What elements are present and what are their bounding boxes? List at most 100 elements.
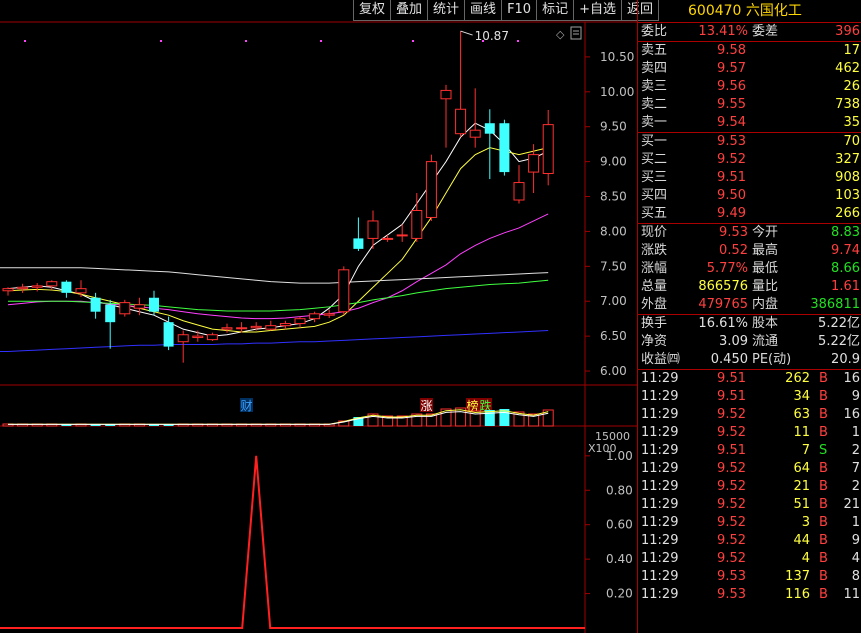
- quote-value: 866576: [698, 279, 748, 294]
- toolbar-button-4[interactable]: F10: [501, 0, 538, 21]
- candle[interactable]: [455, 31, 467, 138]
- bids-row[interactable]: 买三 9.51 908: [638, 169, 861, 187]
- tick-row[interactable]: 11:29 9.51 7 S 2: [638, 442, 861, 460]
- event-label[interactable]: 涨: [421, 398, 433, 413]
- bids-label: 买二: [641, 152, 668, 167]
- bids-row[interactable]: 买二 9.52 327: [638, 151, 861, 169]
- candle[interactable]: [309, 311, 321, 323]
- candle-body: [353, 238, 364, 249]
- asks-row[interactable]: 卖五 9.58 17: [638, 42, 861, 60]
- tick-row[interactable]: 11:29 9.52 44 B 9: [638, 532, 861, 550]
- toolbar-button-2[interactable]: 统计: [427, 0, 466, 21]
- candle-body: [46, 281, 58, 287]
- candle[interactable]: [119, 299, 131, 317]
- tick-row[interactable]: 11:29 9.52 63 B 16: [638, 406, 861, 424]
- toolbar-button-0[interactable]: 复权: [353, 0, 392, 21]
- kline-chart[interactable]: 10.50 10.00 9.50 9.00 8.50 8.00 7.50 7.00 6.50 6.…: [0, 0, 637, 633]
- event-label[interactable]: 财: [241, 399, 253, 413]
- event-markers: [24, 40, 519, 42]
- candle[interactable]: [61, 280, 72, 298]
- candle-body: [396, 234, 408, 237]
- candle[interactable]: [382, 234, 394, 242]
- candle[interactable]: [177, 330, 189, 363]
- event-dot: [24, 40, 26, 42]
- candle[interactable]: [294, 316, 306, 328]
- candle[interactable]: [75, 280, 87, 298]
- candle[interactable]: [425, 154, 437, 221]
- candle[interactable]: [440, 84, 452, 148]
- candle[interactable]: [206, 332, 218, 342]
- candle-body: [382, 237, 394, 240]
- candle-body: [206, 334, 218, 341]
- toolbar-button-3[interactable]: 画线: [464, 0, 503, 21]
- candle[interactable]: [513, 165, 525, 204]
- candle[interactable]: [105, 299, 116, 349]
- candle[interactable]: [353, 217, 364, 251]
- bids-row[interactable]: 买一 9.53 70: [638, 133, 861, 151]
- diamond-icon[interactable]: ◇: [556, 28, 565, 41]
- bids-volume: 327: [835, 152, 860, 167]
- candle[interactable]: [163, 316, 174, 351]
- candle[interactable]: [265, 320, 277, 331]
- candle-body: [265, 325, 277, 330]
- bids-row[interactable]: 买五 9.49 266: [638, 205, 861, 223]
- candle[interactable]: [499, 119, 510, 176]
- tick-side: B: [819, 569, 828, 584]
- candle-body: [119, 302, 131, 315]
- asks-label: 卖五: [641, 43, 668, 58]
- tick-count: 21: [843, 497, 860, 512]
- candle-body: [279, 323, 291, 327]
- toolbar-button-6[interactable]: +自选: [573, 0, 623, 21]
- bids-label: 买一: [641, 134, 668, 149]
- candle[interactable]: [411, 193, 423, 242]
- tick-row[interactable]: 11:29 9.53 116 B 11: [638, 586, 861, 604]
- tick-list[interactable]: 11:29 9.51 262 B 16 11:29 9.51 34 B 9 11:29 9.52 63 B…: [638, 370, 861, 604]
- bids-row[interactable]: 买四 9.50 103: [638, 187, 861, 205]
- candle-body: [236, 327, 248, 330]
- candle[interactable]: [31, 283, 43, 292]
- asks-row[interactable]: 卖三 9.56 26: [638, 78, 861, 96]
- tick-count: 4: [851, 551, 860, 566]
- wei-diff-value: 396: [835, 24, 860, 39]
- toolbar-button-5[interactable]: 标记: [536, 0, 575, 21]
- scroll-icon[interactable]: [570, 26, 582, 40]
- bids-volume: 266: [835, 206, 860, 221]
- asks-row[interactable]: 卖二 9.55 738: [638, 96, 861, 114]
- quote-label: 现价: [641, 225, 668, 240]
- asks-row[interactable]: 卖一 9.54 35: [638, 114, 861, 132]
- candle-body: [294, 318, 306, 325]
- candle[interactable]: [542, 109, 554, 186]
- tick-row[interactable]: 11:29 9.52 21 B 2: [638, 478, 861, 496]
- candle-body: [75, 288, 87, 294]
- quote-value: 5.77%: [706, 261, 748, 276]
- tick-side: B: [819, 407, 828, 422]
- price-tick-label: 10.00: [600, 85, 634, 99]
- wei-diff-label: 委差: [752, 24, 779, 39]
- candle[interactable]: [484, 109, 495, 180]
- indicator-tick-label: 0.20: [606, 587, 633, 601]
- fund-row: 净资 3.09 流通 5.22亿: [638, 333, 861, 351]
- tick-row[interactable]: 11:29 9.52 11 B 1: [638, 424, 861, 442]
- tick-row[interactable]: 11:29 9.51 34 B 9: [638, 388, 861, 406]
- tick-row[interactable]: 11:29 9.51 262 B 16: [638, 370, 861, 388]
- tick-side: S: [819, 443, 828, 458]
- wei-ratio-value: 13.41%: [698, 24, 748, 39]
- tick-row[interactable]: 11:29 9.52 4 B 4: [638, 550, 861, 568]
- candle[interactable]: [17, 283, 29, 293]
- candle[interactable]: [149, 290, 159, 316]
- candle[interactable]: [2, 287, 14, 296]
- asks-volume: 17: [843, 43, 860, 58]
- candle[interactable]: [469, 88, 481, 148]
- toolbar-button-1[interactable]: 叠加: [390, 0, 429, 21]
- tick-price: 9.52: [717, 551, 746, 566]
- candle[interactable]: [279, 320, 291, 330]
- candle[interactable]: [338, 266, 350, 316]
- asks-row[interactable]: 卖四 9.57 462: [638, 60, 861, 78]
- tick-row[interactable]: 11:29 9.52 64 B 7: [638, 460, 861, 478]
- tick-row[interactable]: 11:29 9.52 51 B 21: [638, 496, 861, 514]
- tick-volume: 51: [793, 497, 810, 512]
- tick-volume: 34: [793, 389, 810, 404]
- tick-price: 9.52: [717, 407, 746, 422]
- tick-row[interactable]: 11:29 9.52 3 B 1: [638, 514, 861, 532]
- tick-row[interactable]: 11:29 9.53 137 B 8: [638, 568, 861, 586]
